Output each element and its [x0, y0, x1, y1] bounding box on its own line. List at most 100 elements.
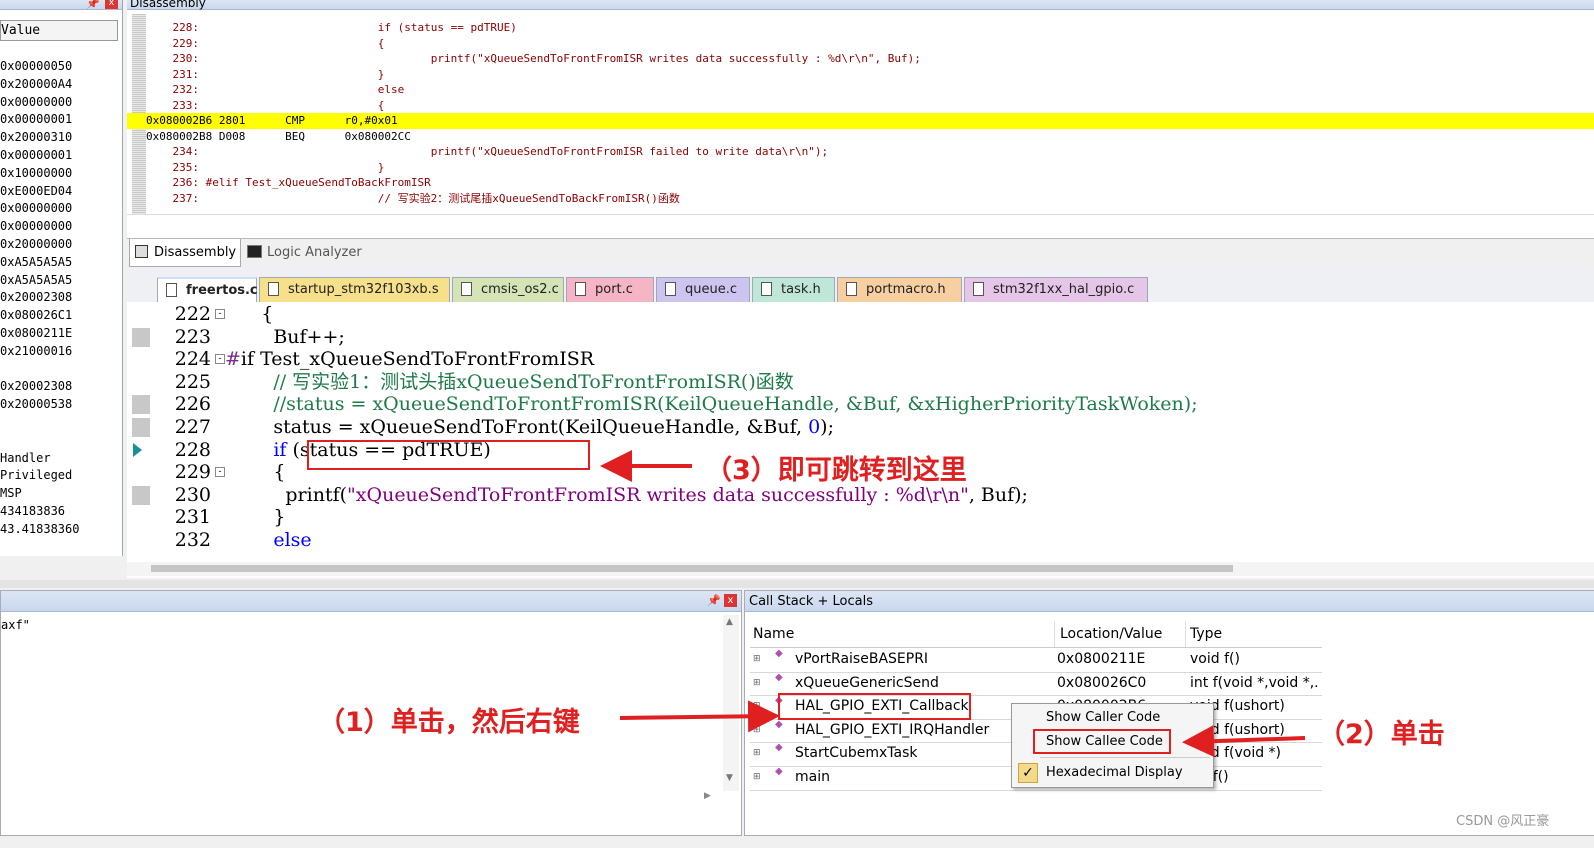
context-menu: Show Caller Code Show Callee Code ✓ Hexa… — [1011, 703, 1214, 788]
code-line[interactable]: 222 { — [127, 303, 1593, 326]
header-location[interactable]: Location/Value — [1060, 621, 1162, 647]
editor-hscrollbar[interactable] — [127, 562, 1594, 576]
header-name[interactable]: Name — [753, 621, 794, 647]
source-line[interactable]: 236: #elif Test_xQueueSendToBackFromISR — [146, 175, 1594, 191]
file-tab[interactable]: stm32f1xx_hal_gpio.c — [964, 277, 1148, 302]
file-tab[interactable]: port.c — [566, 277, 654, 302]
menu-item-show-caller-code[interactable]: Show Caller Code — [1014, 707, 1210, 729]
header-type[interactable]: Type — [1190, 621, 1222, 647]
asm-line[interactable]: 0x080002B6 2801 CMP r0,#0x01 — [127, 113, 1594, 129]
register-value: 0x00000050 — [0, 59, 73, 73]
expand-icon[interactable]: ⊞ — [753, 766, 761, 790]
source-line[interactable]: 232: else — [146, 82, 1594, 98]
breakpoint-gutter-marker[interactable] — [132, 395, 150, 415]
register-value: 0x10000000 — [0, 165, 73, 180]
file-tab-label: port.c — [595, 282, 633, 297]
register-value: 0xA5A5A5A5 — [0, 272, 73, 287]
file-tab-label: cmsis_os2.c — [481, 282, 559, 297]
expand-icon[interactable]: ⊞ — [753, 719, 761, 743]
register-value: 0x080026C1 — [0, 308, 73, 323]
code-line[interactable]: 225 // 写实验1：测试头插xQueueSendToFrontFromISR… — [127, 371, 1593, 394]
breakpoint-gutter-marker[interactable] — [132, 327, 150, 347]
expand-icon[interactable]: ⊞ — [753, 648, 761, 672]
callstack-row[interactable]: ⊞ ◆ vPortRaiseBASEPRI 0x0800211E void f() — [750, 648, 1322, 673]
register-value — [0, 432, 120, 450]
scroll-right-icon[interactable]: ▶ — [704, 791, 711, 801]
source-line[interactable]: 234: printf("xQueueSendToFrontFromISR fa… — [146, 144, 1594, 160]
asm-line[interactable]: 0x080002B8 D008 BEQ 0x080002CC — [146, 129, 1594, 145]
close-icon[interactable]: x — [724, 594, 737, 607]
source-line[interactable]: 229: { — [146, 36, 1594, 52]
register-value: 0x00000000 — [0, 94, 73, 109]
register-value: 0x200000A4 — [0, 76, 73, 91]
source-line[interactable]: 233: { — [146, 98, 1594, 114]
pin-icon[interactable]: 📌 — [707, 592, 721, 610]
code-line[interactable]: 224 #if Test_xQueueSendToFrontFromISR — [127, 348, 1593, 371]
tab-disassembly[interactable]: Disassembly — [129, 239, 241, 267]
scroll-down-icon[interactable]: ▼ — [726, 773, 733, 783]
file-tab-label: stm32f1xx_hal_gpio.c — [993, 282, 1135, 297]
editor-code[interactable]: 222 {223 Buf++; 224 #if Test_xQueueSendToF… — [127, 303, 1594, 557]
line-number: 225 — [174, 370, 211, 393]
code-line[interactable]: 230 printf("xQueueSendToFrontFromISR wri… — [127, 484, 1593, 507]
breakpoint-gutter-marker[interactable] — [132, 485, 150, 505]
logic-analyzer-icon — [247, 245, 262, 258]
code-line[interactable]: 227 status = xQueueSendToFront(KeilQueue… — [127, 416, 1593, 439]
line-number: 227 — [174, 416, 211, 438]
close-icon[interactable]: x — [105, 0, 118, 9]
register-value — [0, 361, 120, 379]
pin-icon[interactable]: 📌 — [86, 0, 100, 13]
file-tab[interactable]: startup_stm32f103xb.s — [259, 277, 450, 302]
bottom-separator — [0, 580, 1594, 588]
expand-icon[interactable]: ⊞ — [753, 695, 761, 719]
disassembly-panel: Disassembly 228: if (status == pdTRUE) 2… — [127, 0, 1594, 238]
file-icon — [166, 283, 177, 297]
register-value: 0x20000310 — [0, 130, 73, 145]
code-line[interactable]: 231 } — [127, 506, 1593, 529]
file-icon — [461, 282, 472, 296]
registers-value-header: Value — [0, 20, 118, 41]
breakpoint-gutter-marker[interactable] — [132, 418, 150, 437]
scroll-up-icon[interactable]: ▲ — [726, 617, 733, 627]
code-line[interactable]: 232 else — [127, 529, 1593, 552]
file-tab[interactable]: task.h — [752, 277, 835, 302]
source-line[interactable]: 237: // 写实验2：测试尾插xQueueSendToBackFromISR… — [146, 191, 1594, 207]
expand-icon[interactable]: ⊞ — [753, 742, 761, 766]
command-vscrollbar[interactable]: ▲ ▼ — [723, 615, 739, 791]
annotation-step1: （1）单击，然后右键 — [318, 707, 580, 738]
file-tab[interactable]: portmacro.h — [837, 277, 962, 302]
file-tab[interactable]: queue.c — [656, 277, 750, 302]
file-tab[interactable]: cmsis_os2.c — [452, 277, 564, 302]
function-icon: ◆ — [775, 671, 783, 683]
disassembly-icon — [135, 245, 148, 258]
callstack-type: void f() — [1190, 651, 1240, 667]
file-icon — [575, 282, 586, 296]
tab-logic-analyzer-label: Logic Analyzer — [267, 245, 362, 260]
annotation-step3: （3）即可跳转到这里 — [705, 455, 967, 486]
callstack-name: xQueueGenericSend — [795, 674, 939, 691]
registers-title-bar: 📌 x — [0, 0, 122, 10]
code-text: } — [225, 506, 286, 529]
file-tab-label: startup_stm32f103xb.s — [288, 282, 439, 297]
file-tab-label: task.h — [781, 282, 821, 297]
fold-icon[interactable]: - — [215, 309, 225, 319]
editor-hscroll-thumb[interactable] — [151, 565, 1233, 572]
source-line[interactable]: 231: } — [146, 67, 1594, 83]
source-line[interactable]: 235: } — [146, 160, 1594, 176]
tab-logic-analyzer[interactable]: Logic Analyzer — [243, 239, 373, 266]
fold-icon[interactable]: - — [215, 354, 225, 365]
disassembly-code[interactable]: 228: if (status == pdTRUE) 229: { 230: p… — [127, 20, 1594, 207]
function-icon: ◆ — [775, 648, 783, 659]
code-line[interactable]: 223 Buf++; — [127, 326, 1593, 349]
file-tab-label: freertos.c — [186, 283, 258, 298]
code-line[interactable]: 226 //status = xQueueSendToFrontFromISR(… — [127, 393, 1593, 416]
file-tab[interactable]: freertos.c — [157, 277, 258, 302]
annotation-box-callee — [1033, 729, 1171, 754]
menu-item-hexadecimal-display[interactable]: ✓ Hexadecimal Display — [1014, 762, 1210, 784]
line-number: 224 — [174, 348, 211, 371]
expand-icon[interactable]: ⊞ — [753, 672, 761, 696]
line-number: 229 — [174, 461, 211, 484]
fold-icon[interactable]: - — [215, 467, 225, 478]
source-line[interactable]: 228: if (status == pdTRUE) — [146, 20, 1594, 36]
source-line[interactable]: 230: printf("xQueueSendToFrontFromISR wr… — [146, 51, 1594, 67]
